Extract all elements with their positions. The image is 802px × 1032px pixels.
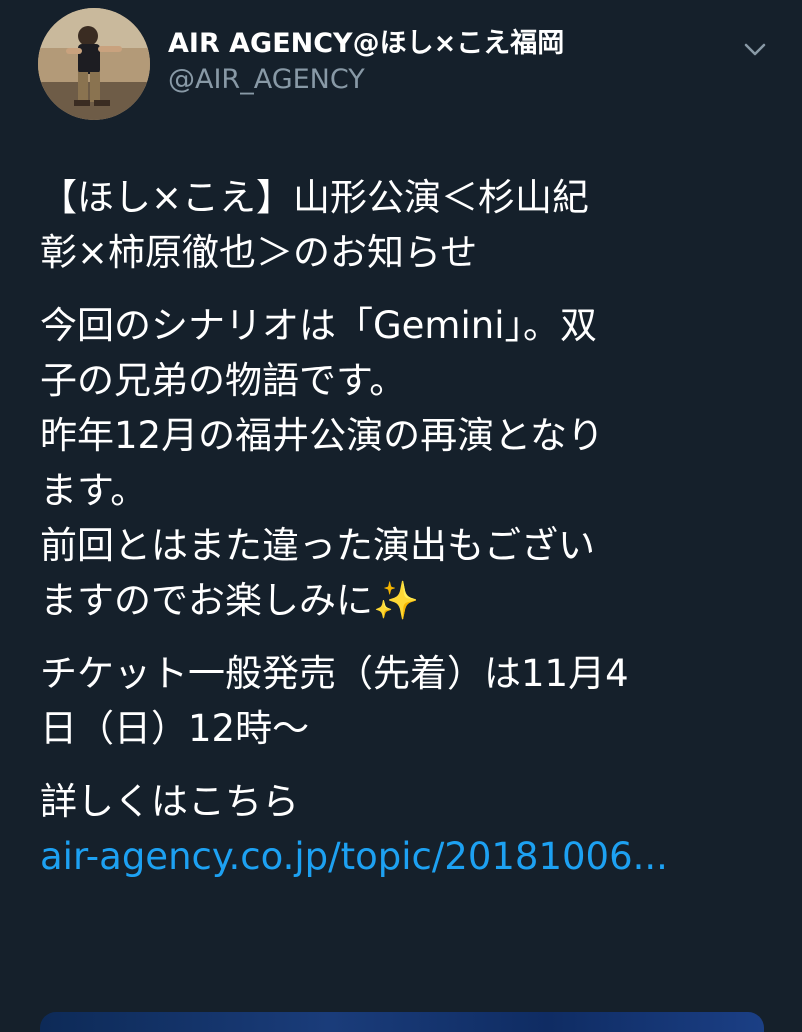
media-card-preview[interactable] bbox=[40, 1012, 764, 1032]
text-line: 前回とはまた違った演出もござい bbox=[40, 524, 595, 567]
text-line: 日（日）12時〜 bbox=[40, 707, 310, 750]
text-fragment: ますのでお楽しみに bbox=[40, 579, 373, 622]
chevron-down-icon bbox=[744, 43, 766, 56]
tweet-text: 【ほし×こえ】山形公演＜杉山紀 彰×柿原徹也＞のお知らせ 今回のシナリオは「Ge… bbox=[40, 170, 780, 884]
text-line: 【ほし×こえ】山形公演＜杉山紀 bbox=[40, 176, 590, 219]
ticket-info: チケット一般発売（先着）は11月4 日（日）12時〜 bbox=[40, 646, 780, 756]
tweet-description: 今回のシナリオは「Gemini」。双 子の兄弟の物語です。 昨年12月の福井公演… bbox=[40, 298, 780, 628]
tweet-title: 【ほし×こえ】山形公演＜杉山紀 彰×柿原徹也＞のお知らせ bbox=[40, 170, 780, 280]
text-line: ますのでお楽しみに✨ bbox=[40, 573, 780, 628]
details-label: 詳しくはこちら bbox=[40, 780, 299, 823]
text-line: 彰×柿原徹也＞のお知らせ bbox=[40, 231, 478, 274]
text-line: 今回のシナリオは「Gemini」。双 bbox=[40, 304, 597, 347]
tweet-header: AIR AGENCY@ほし×こえ福岡 @AIR_AGENCY bbox=[168, 26, 564, 98]
user-handle[interactable]: @AIR_AGENCY bbox=[168, 62, 564, 98]
text-line: ます。 bbox=[40, 469, 148, 512]
tweet-link[interactable]: air-agency.co.jp/topic/20181006... bbox=[40, 829, 780, 884]
text-line: 昨年12月の福井公演の再演となり bbox=[40, 414, 604, 457]
avatar-photo-icon bbox=[38, 8, 150, 120]
sparkles-icon: ✨ bbox=[373, 579, 420, 622]
text-line: チケット一般発売（先着）は11月4 bbox=[40, 652, 629, 695]
avatar[interactable] bbox=[38, 8, 150, 120]
display-name[interactable]: AIR AGENCY@ほし×こえ福岡 bbox=[168, 26, 564, 62]
tweet-menu-button[interactable] bbox=[738, 32, 772, 66]
tweet: AIR AGENCY@ほし×こえ福岡 @AIR_AGENCY 【ほし×こえ】山形… bbox=[0, 0, 802, 1032]
text-line: 子の兄弟の物語です。 bbox=[40, 359, 407, 402]
details-section: 詳しくはこちら air-agency.co.jp/topic/20181006.… bbox=[40, 774, 780, 884]
